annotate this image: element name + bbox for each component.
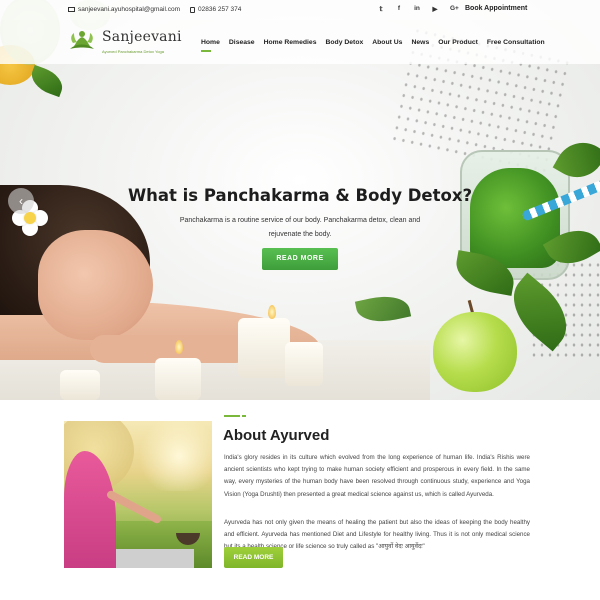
logo-tagline: Ayurved Panchakarma Detox Yoga <box>102 49 164 54</box>
candle <box>238 318 290 378</box>
twitter-icon[interactable]: 𝕥 <box>378 5 384 13</box>
section-accent-line <box>224 415 240 417</box>
green-smoothie <box>470 168 560 268</box>
about-paragraph-1: India's glory resides in its culture whi… <box>224 454 530 498</box>
social-links: 𝕥 f in ▶ G+ <box>378 5 459 13</box>
nav-home-remedies[interactable]: Home Remedies <box>264 39 317 46</box>
nav-disease[interactable]: Disease <box>229 39 255 46</box>
spinach-leaf <box>354 290 412 328</box>
nav-news[interactable]: News <box>411 39 429 46</box>
phone-icon <box>190 6 195 13</box>
phone-text: 02836 257 374 <box>198 6 242 13</box>
facebook-icon[interactable]: f <box>396 5 402 13</box>
candle <box>60 370 100 400</box>
main-header: Sanjeevani Ayurved Panchakarma Detox Yog… <box>0 20 600 64</box>
candle-flame <box>268 305 276 319</box>
main-nav: Home Disease Home Remedies Body Detox Ab… <box>201 39 554 52</box>
candle-flame <box>175 340 183 354</box>
nav-free-consultation[interactable]: Free Consultation <box>487 39 545 46</box>
meditation-logo-icon <box>70 31 94 49</box>
hero-read-more-button[interactable]: READ MORE <box>262 248 338 270</box>
nav-body-detox[interactable]: Body Detox <box>325 39 363 46</box>
youtube-icon[interactable]: ▶ <box>432 5 438 13</box>
envelope-icon <box>68 7 75 12</box>
logo-name: Sanjeevani <box>102 29 182 45</box>
site-logo[interactable]: Sanjeevani Ayurved Panchakarma Detox Yog… <box>68 25 181 59</box>
candle <box>285 342 323 386</box>
woman-face <box>38 230 153 340</box>
leaf-decor <box>27 64 67 98</box>
section-accent-dot <box>242 415 246 417</box>
email-contact[interactable]: sanjeevani.ayuhospital@gmail.com <box>68 6 180 13</box>
candle <box>155 358 201 400</box>
about-read-more-button[interactable]: READ MORE <box>224 547 283 568</box>
top-info-bar: sanjeevani.ayuhospital@gmail.com 02836 2… <box>0 0 600 20</box>
email-text: sanjeevani.ayuhospital@gmail.com <box>78 6 180 13</box>
phone-contact[interactable]: 02836 257 374 <box>190 6 241 13</box>
hero-subtitle: Panchakarma is a routine service of our … <box>179 217 421 238</box>
nav-home[interactable]: Home <box>201 39 220 52</box>
google-plus-icon[interactable]: G+ <box>450 5 459 13</box>
about-title: About Ayurved <box>223 427 330 444</box>
book-appointment-link[interactable]: Book Appointment <box>465 5 527 12</box>
hero-title: What is Panchakarma & Body Detox? <box>127 186 473 205</box>
about-yoga-photo <box>64 421 212 568</box>
linkedin-icon[interactable]: in <box>414 5 420 13</box>
nav-our-product[interactable]: Our Product <box>438 39 478 46</box>
green-apple <box>433 312 517 392</box>
nav-about-us[interactable]: About Us <box>372 39 402 46</box>
